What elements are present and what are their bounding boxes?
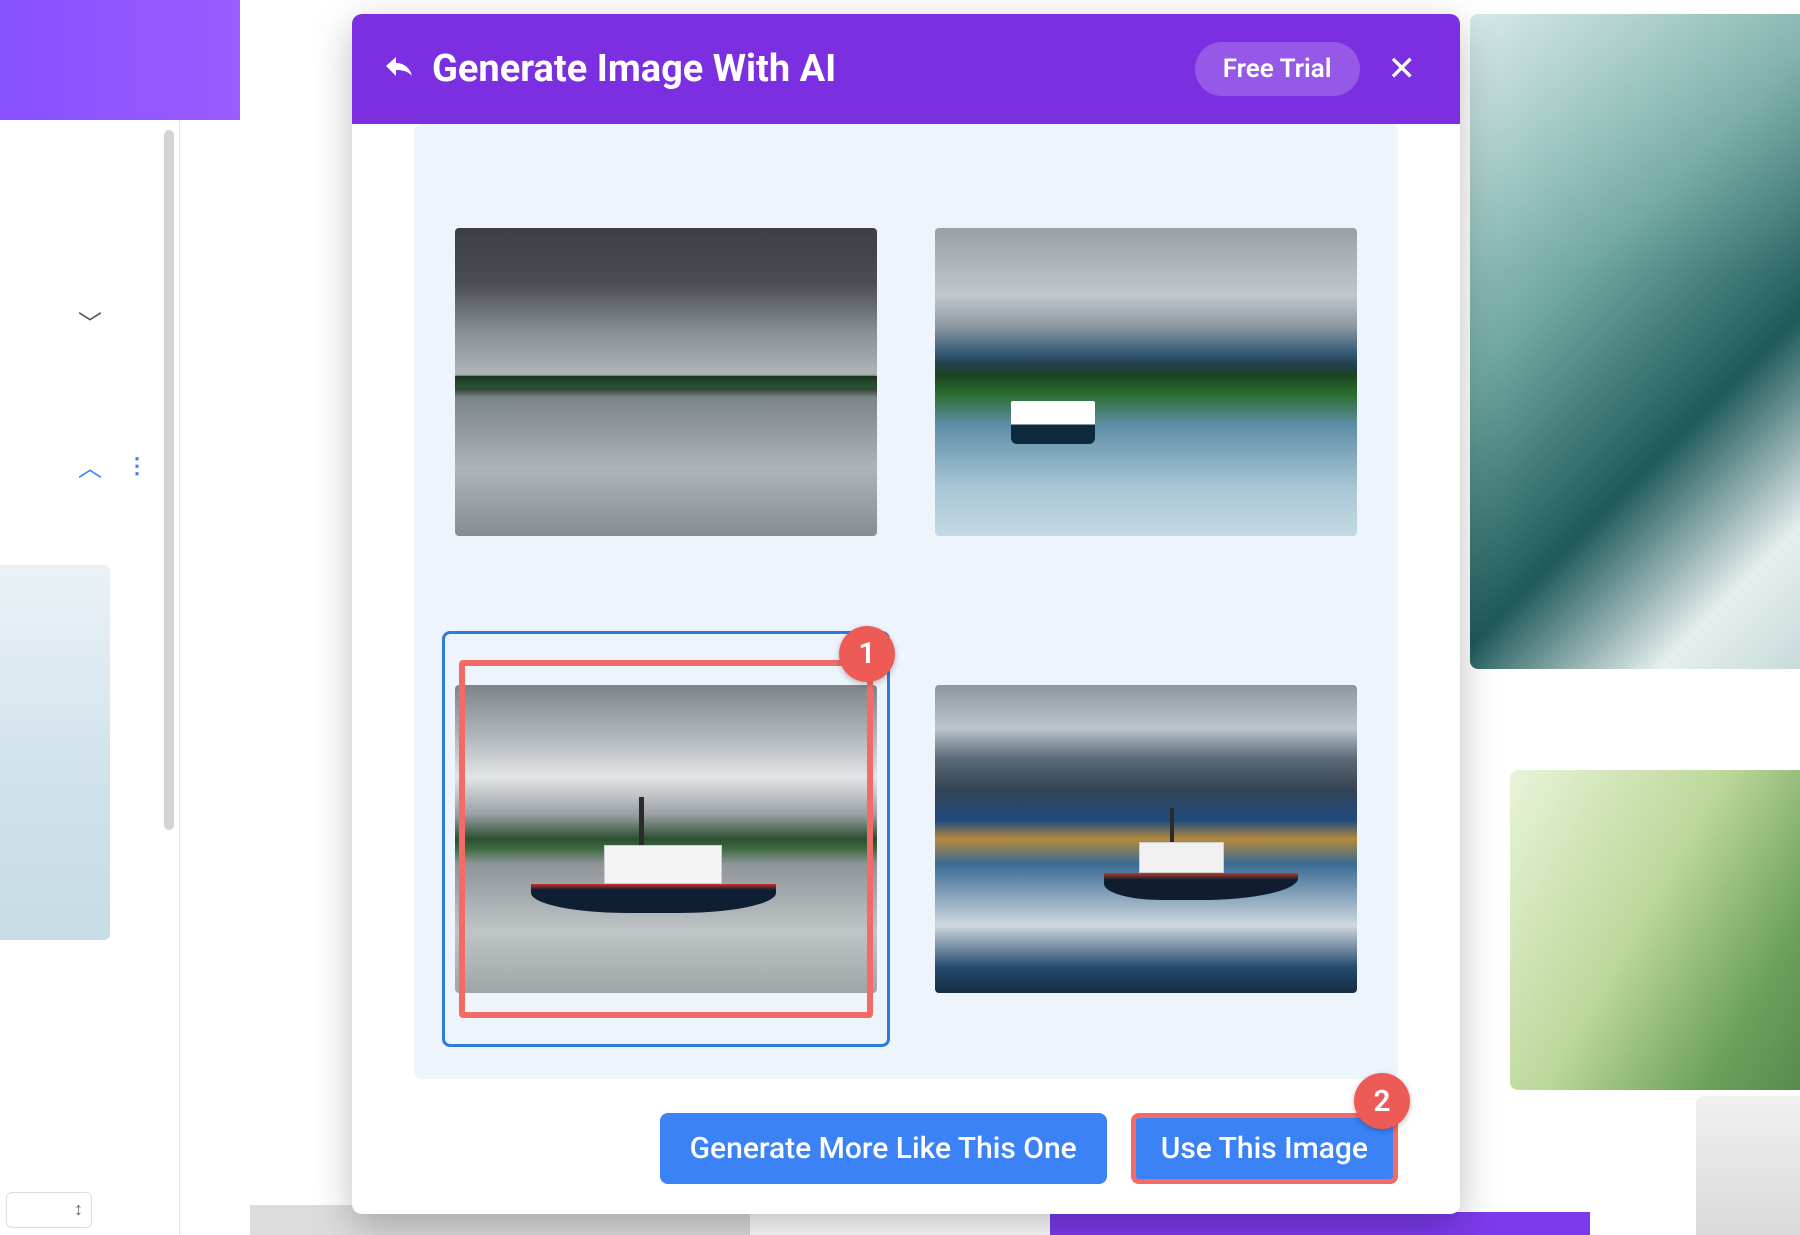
- result-image-2[interactable]: [922, 174, 1370, 591]
- modal-actions: Generate More Like This One Use This Ima…: [414, 1079, 1398, 1184]
- generate-more-button[interactable]: Generate More Like This One: [660, 1113, 1107, 1184]
- close-button[interactable]: ✕: [1378, 46, 1427, 92]
- boat-illustration: [531, 833, 776, 913]
- boat-illustration: [1104, 833, 1298, 901]
- modal-body: 1 Generate More Like This: [352, 124, 1460, 1214]
- back-arrow-icon: [382, 54, 414, 84]
- result-image-1[interactable]: [442, 174, 890, 591]
- canvas-image-misc[interactable]: [1696, 1096, 1800, 1235]
- modal-header: Generate Image With AI Free Trial ✕: [352, 14, 1460, 124]
- result-image-3-selected[interactable]: 1: [442, 631, 890, 1048]
- generated-image: [455, 228, 877, 536]
- ai-image-modal: Generate Image With AI Free Trial ✕: [352, 14, 1460, 1214]
- generated-image: [935, 685, 1357, 993]
- modal-title: Generate Image With AI: [432, 47, 1177, 91]
- back-button[interactable]: [382, 54, 414, 84]
- results-panel: 1: [414, 124, 1398, 1079]
- close-icon: ✕: [1388, 49, 1417, 89]
- generated-image: [455, 685, 877, 993]
- chevron-down-icon[interactable]: ﹀: [78, 304, 102, 339]
- app-header-fragment: [0, 0, 240, 120]
- generated-image: [935, 228, 1357, 536]
- sidebar-preview-thumb[interactable]: [0, 565, 110, 940]
- canvas-image-waterfall[interactable]: [1470, 14, 1800, 669]
- canvas-image-palms[interactable]: [1510, 770, 1800, 1090]
- sidebar-scrollbar[interactable]: [164, 130, 174, 830]
- annotation-step-1: 1: [839, 626, 895, 682]
- sidebar-select[interactable]: [6, 1192, 92, 1228]
- result-image-4[interactable]: [922, 631, 1370, 1048]
- use-this-image-button[interactable]: Use This Image: [1131, 1113, 1398, 1184]
- page-root: ﹀ ︿ ⋮ Generate Image With AI Free Trial: [0, 0, 1800, 1235]
- more-options-icon[interactable]: ⋮: [126, 454, 146, 479]
- image-grid: 1: [442, 174, 1370, 1047]
- canvas-bar-right: [1050, 1212, 1590, 1235]
- free-trial-badge[interactable]: Free Trial: [1195, 42, 1360, 96]
- chevron-up-icon[interactable]: ︿: [78, 448, 102, 483]
